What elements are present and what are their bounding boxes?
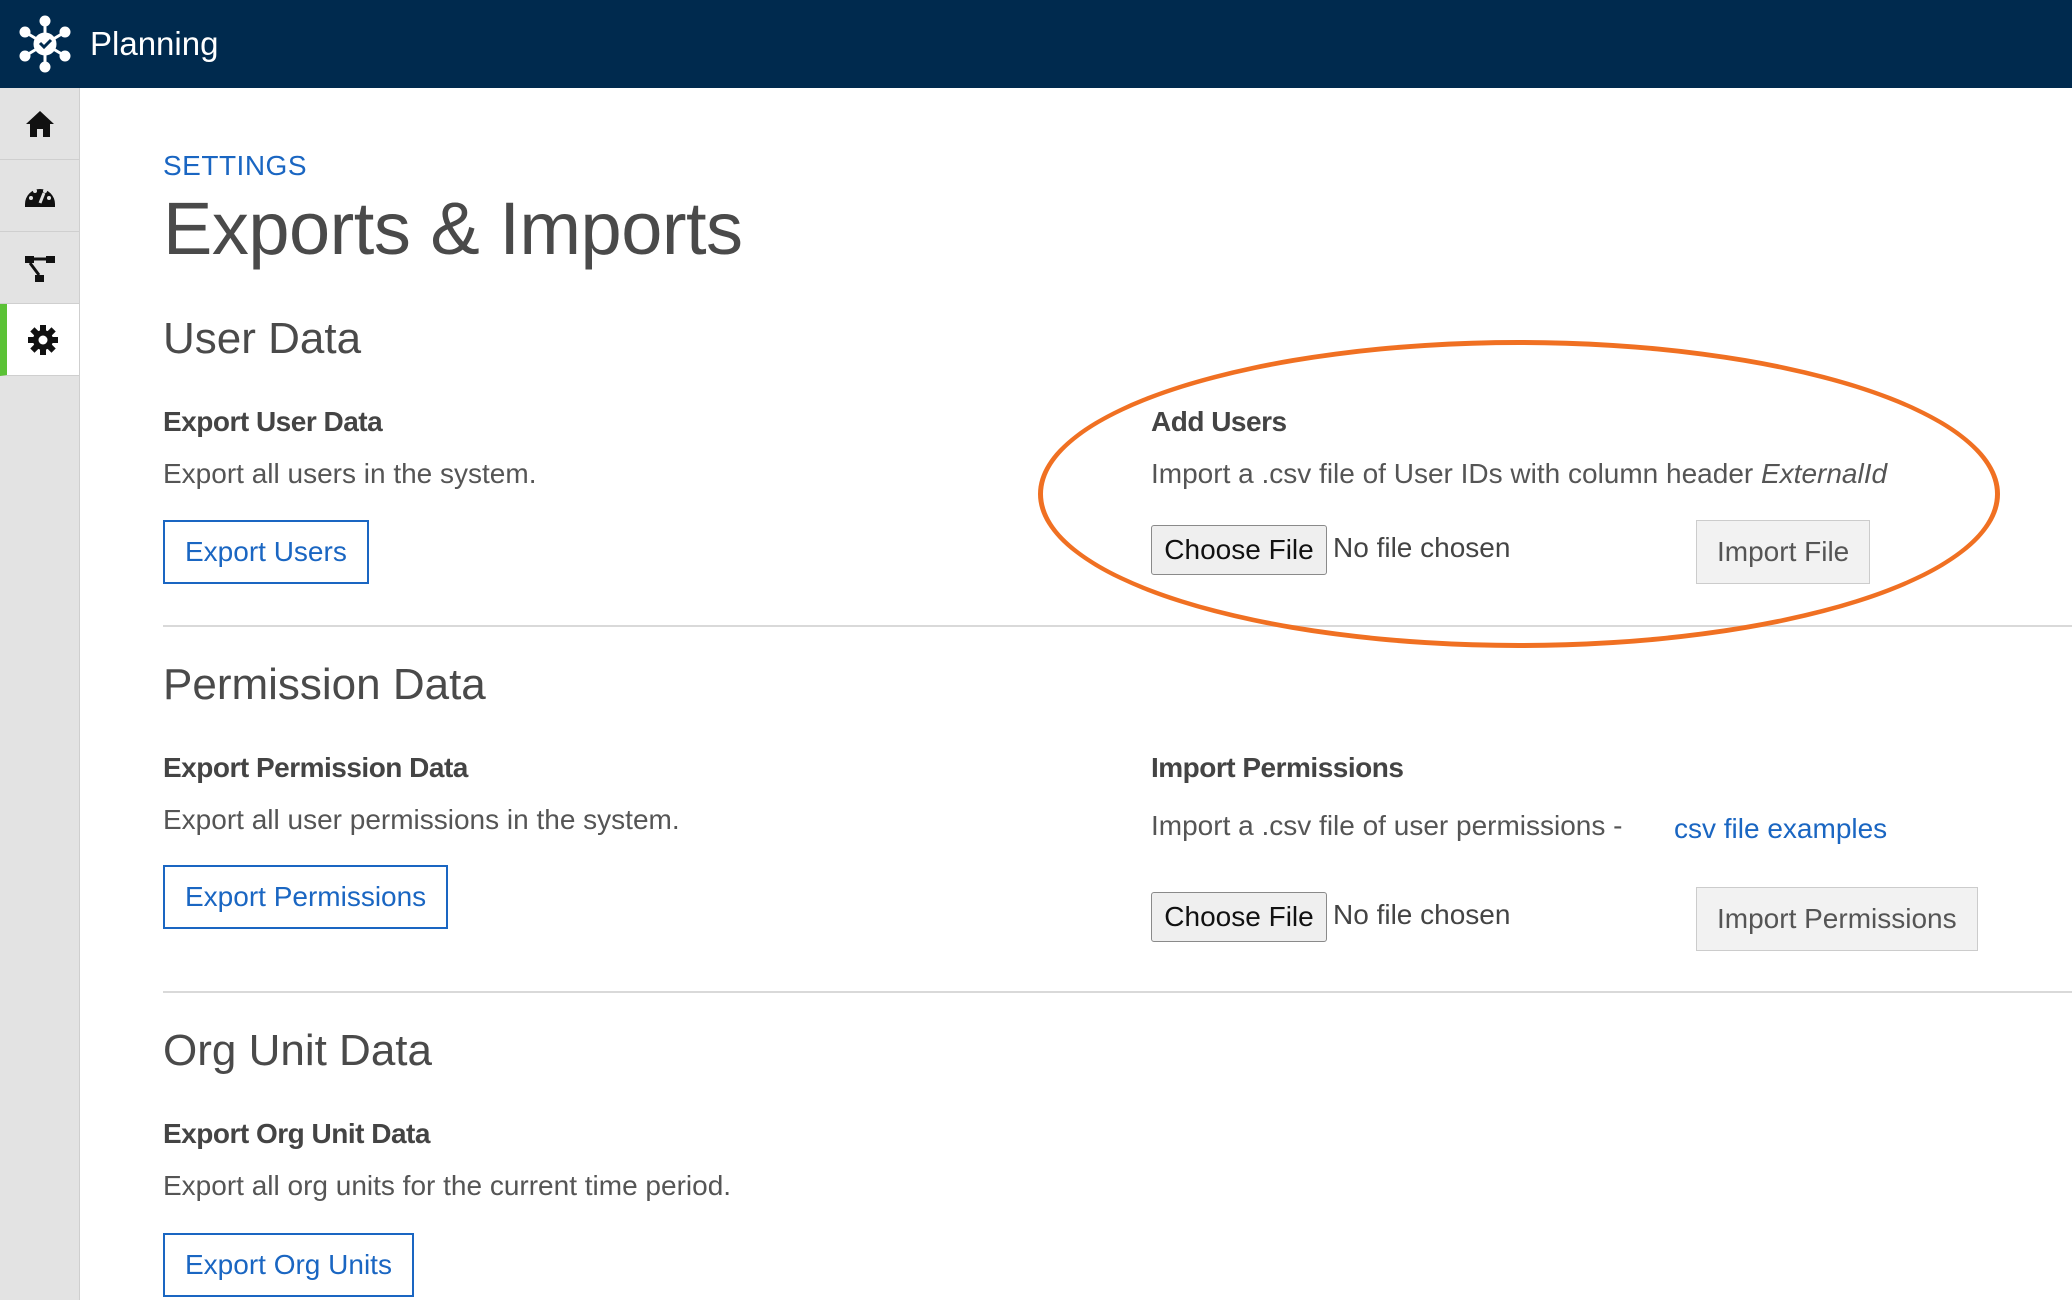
sidebar-item-settings[interactable] <box>0 304 79 376</box>
no-file-chosen-permissions: No file chosen <box>1333 899 1511 930</box>
sidebar-item-home[interactable] <box>0 88 79 160</box>
section-title-permission-data: Permission Data <box>163 660 486 709</box>
export-org-unit-data-desc: Export all org units for the current tim… <box>163 1170 732 1201</box>
export-permission-data-title: Export Permission Data <box>163 752 468 783</box>
export-permission-data-desc: Export all user permissions in the syste… <box>163 804 680 835</box>
import-permissions-desc: Import a .csv file of user permissions - <box>1151 810 1623 841</box>
app-logo-icon[interactable] <box>14 13 76 75</box>
export-user-data-desc: Export all users in the system. <box>163 458 537 489</box>
org-chart-icon <box>24 255 55 282</box>
divider <box>163 625 2072 627</box>
export-users-button[interactable]: Export Users <box>163 520 369 584</box>
app-title: Planning <box>90 25 219 62</box>
home-icon <box>25 110 54 137</box>
divider <box>163 991 2072 993</box>
export-user-data-title: Export User Data <box>163 406 383 437</box>
csv-file-examples-link[interactable]: csv file examples <box>1674 813 1887 845</box>
import-permissions-title: Import Permissions <box>1151 752 1404 783</box>
section-title-org-unit-data: Org Unit Data <box>163 1026 432 1075</box>
import-permissions-button[interactable]: Import Permissions <box>1696 887 1978 951</box>
export-permissions-button[interactable]: Export Permissions <box>163 865 449 929</box>
top-bar: Planning <box>0 0 2072 88</box>
gear-icon <box>28 324 58 355</box>
breadcrumb[interactable]: SETTINGS <box>163 150 307 182</box>
export-org-unit-data-title: Export Org Unit Data <box>163 1118 430 1149</box>
highlight-ellipse <box>1038 340 2000 648</box>
export-org-units-button[interactable]: Export Org Units <box>163 1233 414 1297</box>
sidebar-item-org-chart[interactable] <box>0 232 79 304</box>
page-title: Exports & Imports <box>163 187 743 270</box>
dashboard-icon <box>24 188 55 207</box>
main-content: SETTINGS Exports & Imports User Data Exp… <box>163 88 2072 1300</box>
choose-file-button-permissions[interactable]: Choose File <box>1151 892 1327 942</box>
section-title-user-data: User Data <box>163 314 362 363</box>
sidebar <box>0 88 80 1300</box>
sidebar-item-dashboard[interactable] <box>0 160 79 232</box>
